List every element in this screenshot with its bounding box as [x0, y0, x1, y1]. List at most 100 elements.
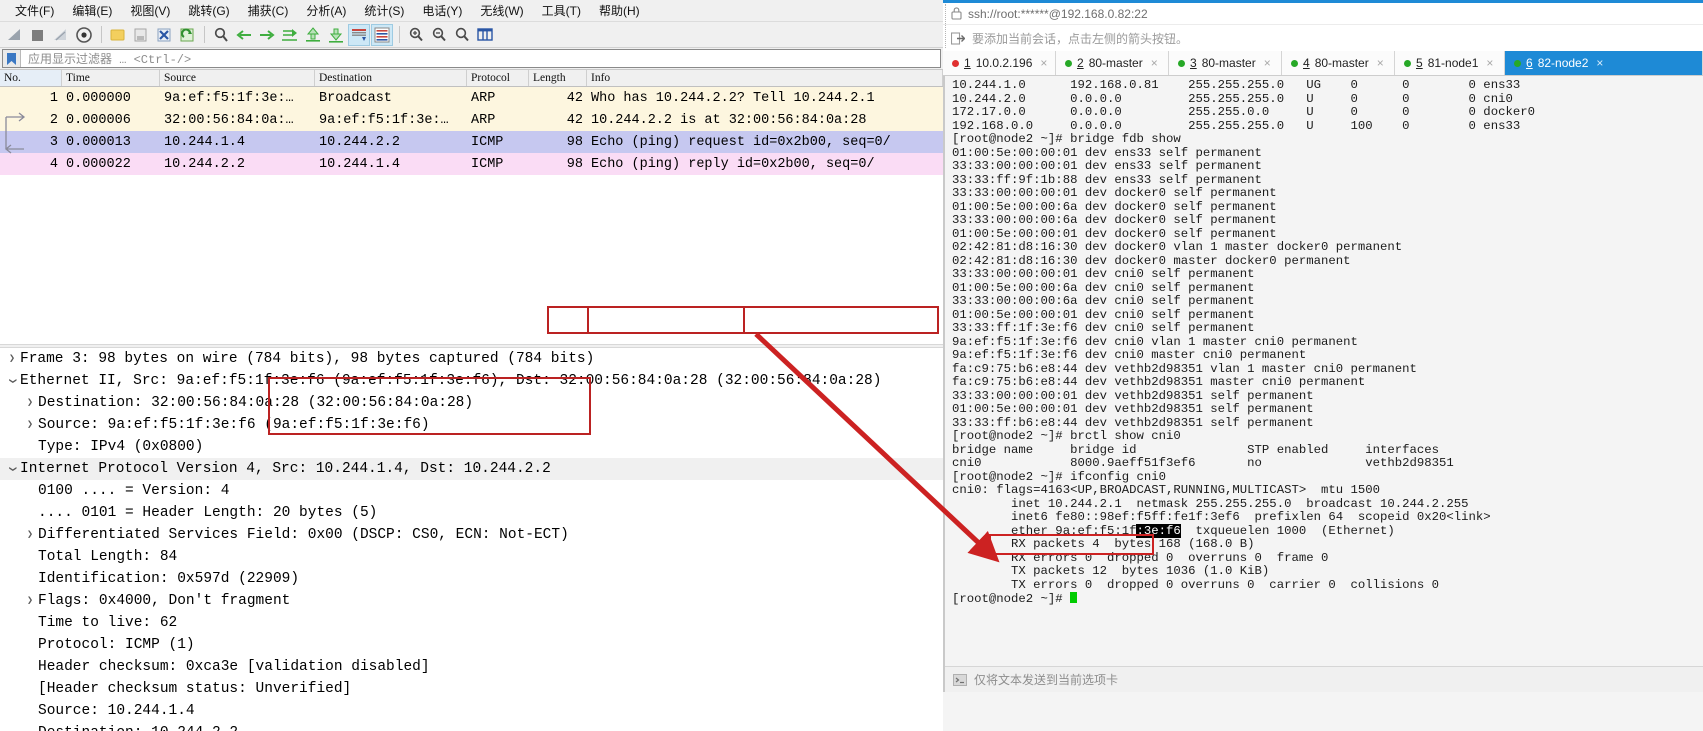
zoom-in-icon[interactable] — [405, 24, 427, 46]
menu-item-telephony[interactable]: 电话(Y) — [413, 0, 471, 22]
cell-source: 10.244.2.2 — [164, 156, 246, 172]
detail-row[interactable]: ❯ Flags: 0x4000, Don't fragment — [0, 590, 943, 612]
go-to-packet-icon[interactable] — [279, 24, 301, 46]
menu-item-statistics[interactable]: 统计(S) — [355, 0, 413, 22]
chevron-right-icon[interactable]: ❯ — [22, 595, 38, 607]
auto-scroll-icon[interactable] — [348, 23, 370, 46]
table-row[interactable]: 4 0.000022 10.244.2.2 10.244.1.4 ICMP 98… — [0, 153, 943, 175]
close-icon[interactable]: × — [1377, 56, 1384, 70]
column-header-info[interactable]: Info — [587, 70, 943, 86]
detail-row[interactable]: Total Length: 84 — [0, 546, 943, 568]
session-tab-6[interactable]: 6 82-node2 × — [1505, 51, 1703, 75]
detail-row[interactable]: Destination: 10.244.2.2 — [0, 722, 943, 731]
menu-item-tools[interactable]: 工具(T) — [533, 0, 590, 22]
chevron-down-icon[interactable]: ❯ — [6, 373, 18, 389]
detail-row[interactable]: ❯ Ethernet II, Src: 9a:ef:f5:1f:3e:f6 (9a… — [0, 370, 943, 392]
restart-capture-icon[interactable] — [50, 24, 72, 46]
detail-row[interactable]: Source: 10.244.1.4 — [0, 700, 943, 722]
go-last-packet-icon[interactable] — [325, 24, 347, 46]
detail-row[interactable]: [Header checksum status: Unverified] — [0, 678, 943, 700]
close-icon[interactable]: × — [1486, 56, 1493, 70]
detail-row[interactable]: ❯ Source: 9a:ef:f5:1f:3e:f6 (9a:ef:f5:1f:… — [0, 414, 943, 436]
terminal-output[interactable]: 10.244.1.0 192.168.0.81 255.255.255.0 UG… — [945, 76, 1703, 607]
bookmark-icon[interactable] — [3, 50, 21, 67]
column-header-protocol[interactable]: Protocol — [467, 70, 529, 86]
terminal-line: RX packets 4 bytes 168 (168.0 B) — [952, 537, 1255, 551]
detail-row[interactable]: Identification: 0x597d (22909) — [0, 568, 943, 590]
detail-row[interactable]: Type: IPv4 (0x0800) — [0, 436, 943, 458]
start-capture-icon[interactable] — [4, 24, 26, 46]
packet-detail-tree[interactable]: ❯ Frame 3: 98 bytes on wire (784 bits), 9… — [0, 348, 943, 731]
detail-row[interactable]: ❯ Destination: 32:00:56:84:0a:28 (32:00:5… — [0, 392, 943, 414]
table-row[interactable]: 2 0.000006 32:00:56:84:0a:… 9a:ef:f5:1f:… — [0, 109, 943, 131]
menu-item-view[interactable]: 视图(V) — [121, 0, 179, 22]
reload-file-icon[interactable] — [176, 24, 198, 46]
column-header-source[interactable]: Source — [160, 70, 315, 86]
table-row[interactable]: 1 0.000000 9a:ef:f5:1f:3e:… Broadcast AR… — [0, 87, 943, 109]
status-dot — [1514, 59, 1521, 67]
menu-item-help[interactable]: 帮助(H) — [590, 0, 649, 22]
session-tab-2[interactable]: 2 80-master × — [1056, 51, 1169, 75]
session-tab-4[interactable]: 4 80-master × — [1282, 51, 1395, 75]
detail-row[interactable]: Time to live: 62 — [0, 612, 943, 634]
close-icon[interactable]: × — [1151, 56, 1158, 70]
go-first-packet-icon[interactable] — [302, 24, 324, 46]
column-header-time[interactable]: Time — [62, 70, 160, 86]
save-file-icon[interactable] — [130, 24, 152, 46]
tab-index: 4 — [1303, 56, 1310, 70]
terminal-body[interactable]: 10.244.1.0 192.168.0.81 255.255.255.0 UG… — [943, 76, 1703, 692]
related-packet-arrows-icon — [4, 112, 26, 154]
terminal-line: 172.17.0.0 0.0.0.0 255.255.0.0 U 0 0 0 d… — [952, 105, 1535, 119]
menu-item-wireless[interactable]: 无线(W) — [471, 0, 532, 22]
detail-row[interactable]: 0100 .... = Version: 4 — [0, 480, 943, 502]
close-icon[interactable]: × — [1040, 56, 1047, 70]
session-tab-5[interactable]: 5 81-node1 × — [1395, 51, 1505, 75]
column-header-length[interactable]: Length — [529, 70, 587, 86]
chevron-right-icon[interactable]: ❯ — [22, 419, 38, 431]
menu-item-file[interactable]: 文件(F) — [6, 0, 63, 22]
close-icon[interactable]: × — [1264, 56, 1271, 70]
column-header-destination[interactable]: Destination — [315, 70, 467, 86]
stop-capture-icon[interactable] — [27, 24, 49, 46]
table-row-selected[interactable]: 3 0.000013 10.244.1.4 10.244.2.2 ICMP 98… — [0, 131, 943, 153]
zoom-reset-icon[interactable] — [451, 24, 473, 46]
column-header-no[interactable]: No. — [0, 70, 62, 86]
detail-row[interactable]: .... 0101 = Header Length: 20 bytes (5) — [0, 502, 943, 524]
chevron-right-icon[interactable]: ❯ — [22, 529, 38, 541]
chevron-right-icon[interactable]: ❯ — [22, 397, 38, 409]
go-back-icon[interactable] — [233, 24, 255, 46]
tab-label: 81-node1 — [1427, 56, 1479, 70]
colorize-icon[interactable] — [371, 23, 393, 46]
detail-row[interactable]: Header checksum: 0xca3e [validation disa… — [0, 656, 943, 678]
chevron-down-icon[interactable]: ❯ — [6, 461, 18, 477]
display-filter-input[interactable]: 应用显示过滤器 … <Ctrl-/> — [2, 49, 941, 68]
detail-row[interactable]: ❯ Internet Protocol Version 4, Src: 10.24… — [0, 458, 943, 480]
capture-options-icon[interactable] — [73, 24, 95, 46]
terminal-prompt-line[interactable]: [root@node2 ~]# — [952, 592, 1703, 607]
resize-columns-icon[interactable] — [474, 24, 496, 46]
menu-item-edit[interactable]: 编辑(E) — [63, 0, 121, 22]
terminal-line: RX errors 0 dropped 0 overruns 0 frame 0 — [952, 550, 1329, 565]
packet-list[interactable]: No. Time Source Destination Protocol Len… — [0, 70, 943, 182]
menu-item-analyze[interactable]: 分析(A) — [297, 0, 355, 22]
find-packet-icon[interactable] — [210, 24, 232, 46]
open-file-icon[interactable] — [107, 24, 129, 46]
add-session-icon[interactable] — [951, 31, 965, 45]
go-forward-icon[interactable] — [256, 24, 278, 46]
detail-row[interactable]: ❯ Differentiated Services Field: 0x00 (DS… — [0, 524, 943, 546]
close-icon[interactable]: × — [1596, 56, 1603, 70]
menu-item-capture[interactable]: 捕获(C) — [239, 0, 298, 22]
session-tab-1[interactable]: 1 10.0.2.196 × — [943, 51, 1056, 75]
detail-row[interactable]: Protocol: ICMP (1) — [0, 634, 943, 656]
cell-source: 10.244.1.4 — [164, 134, 246, 150]
zoom-out-icon[interactable] — [428, 24, 450, 46]
cell-length: 98 — [566, 156, 583, 172]
detail-row[interactable]: ❯ Frame 3: 98 bytes on wire (784 bits), 9… — [0, 348, 943, 370]
status-dot — [1291, 59, 1298, 67]
session-tab-3[interactable]: 3 80-master × — [1169, 51, 1282, 75]
chevron-right-icon[interactable]: ❯ — [4, 353, 20, 365]
cell-protocol: ARP — [471, 112, 496, 128]
menu-item-go[interactable]: 跳转(G) — [179, 0, 238, 22]
address-bar[interactable]: ssh://root:******@192.168.0.82:22 — [943, 3, 1703, 25]
close-file-icon[interactable] — [153, 24, 175, 46]
